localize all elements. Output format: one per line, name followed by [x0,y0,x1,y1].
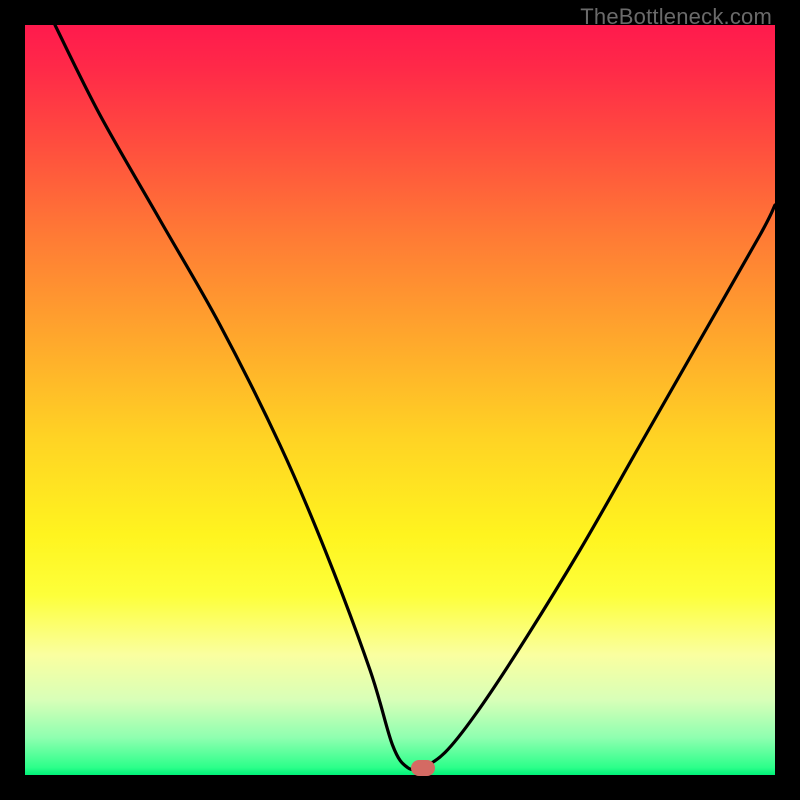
chart-frame [25,25,775,775]
watermark-text: TheBottleneck.com [580,4,772,30]
optimal-point-marker [411,760,435,776]
bottleneck-curve [25,25,775,775]
